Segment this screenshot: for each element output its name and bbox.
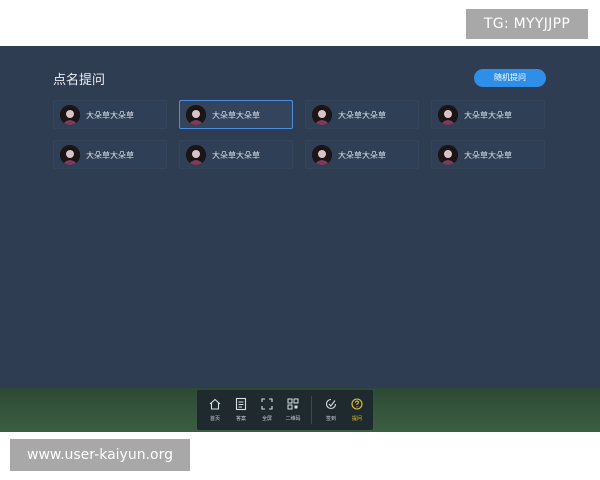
home-icon (209, 398, 221, 410)
student-name: 大朵草大朵草 (464, 111, 512, 120)
student-name: 大朵草大朵草 (338, 151, 386, 160)
qr-code-icon (287, 398, 299, 410)
student-name: 大朵草大朵草 (212, 151, 260, 160)
tool-label: 二维码 (285, 416, 301, 422)
tool-label: 提问 (351, 416, 362, 422)
student-name: 大朵草大朵草 (86, 111, 134, 120)
document-icon (235, 397, 247, 411)
panel-title: 点名提问 (53, 73, 106, 88)
student-card[interactable]: 大朵草大朵草 (431, 140, 545, 169)
random-question-button[interactable]: 随机提问 (474, 69, 546, 87)
check-in-button[interactable]: 签到 (319, 394, 343, 426)
student-card-selected[interactable]: 大朵草大朵草 (179, 100, 293, 129)
avatar (438, 105, 458, 125)
tool-label: 首页 (209, 416, 220, 422)
student-name: 大朵草大朵草 (212, 111, 260, 120)
avatar (312, 145, 332, 165)
toolbar-divider (311, 396, 312, 424)
student-card[interactable]: 大朵草大朵草 (305, 100, 419, 129)
avatar (438, 145, 458, 165)
avatar (186, 105, 206, 125)
tool-label: 答案 (235, 416, 246, 422)
student-card[interactable]: 大朵草大朵草 (305, 140, 419, 169)
roll-call-panel: 点名提问 随机提问 大朵草大朵草 大朵草大朵草 大朵草大朵草 大朵草大朵草 大朵… (0, 46, 600, 388)
student-card[interactable]: 大朵草大朵草 (179, 140, 293, 169)
help-icon (351, 398, 363, 410)
student-card[interactable]: 大朵草大朵草 (431, 100, 545, 129)
tool-label: 全屏 (261, 416, 272, 422)
student-name: 大朵草大朵草 (464, 151, 512, 160)
toolbar: 首页 答案 全屏 二维码 签到 提问 (197, 390, 373, 430)
student-card[interactable]: 大朵草大朵草 (53, 100, 167, 129)
avatar (312, 105, 332, 125)
avatar (186, 145, 206, 165)
fullscreen-button[interactable]: 全屏 (255, 394, 279, 426)
student-name: 大朵草大朵草 (338, 111, 386, 120)
answer-button[interactable]: 答案 (229, 394, 253, 426)
screenshot-frame: TG: MYYJJPP 点名提问 随机提问 大朵草大朵草 大朵草大朵草 大朵草大… (0, 0, 600, 480)
student-grid: 大朵草大朵草 大朵草大朵草 大朵草大朵草 大朵草大朵草 大朵草大朵草 大朵草大朵… (53, 100, 553, 174)
tool-label: 签到 (325, 416, 336, 422)
home-button[interactable]: 首页 (203, 394, 227, 426)
student-name: 大朵草大朵草 (86, 151, 134, 160)
student-card[interactable]: 大朵草大朵草 (53, 140, 167, 169)
watermark-url: www.user-kaiyun.org (10, 439, 190, 471)
check-in-icon (325, 398, 337, 410)
question-button[interactable]: 提问 (345, 394, 369, 426)
avatar (60, 145, 80, 165)
fullscreen-icon (261, 398, 273, 410)
bottom-bar: 首页 答案 全屏 二维码 签到 提问 (0, 388, 600, 432)
avatar (60, 105, 80, 125)
watermark-tg: TG: MYYJJPP (466, 9, 588, 39)
qr-code-button[interactable]: 二维码 (281, 394, 305, 426)
